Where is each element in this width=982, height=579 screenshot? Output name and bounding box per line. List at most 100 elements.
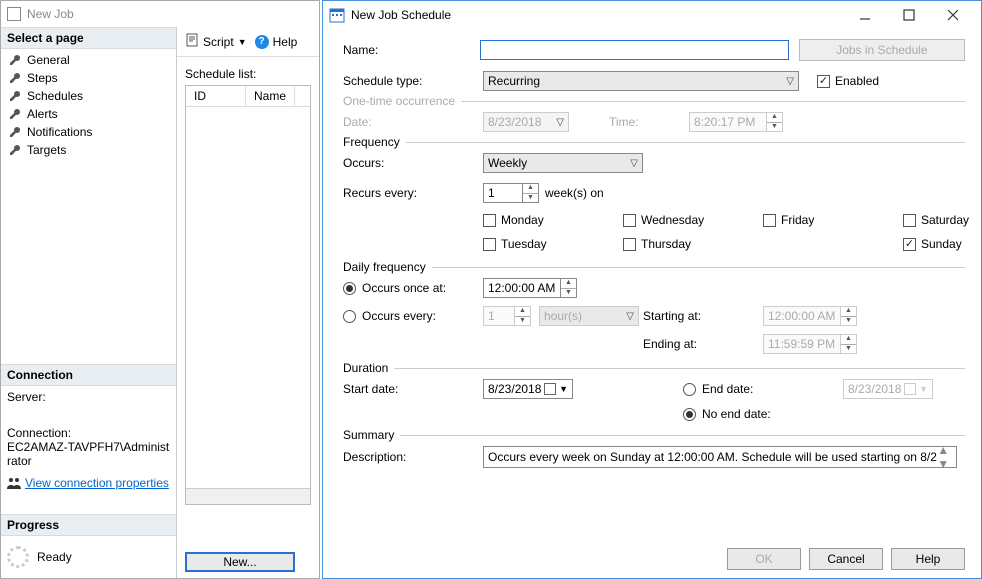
starting-at-time: ▲▼ bbox=[763, 306, 865, 326]
dialog-title: New Job Schedule bbox=[351, 8, 837, 22]
ok-button: OK bbox=[727, 548, 801, 570]
close-button[interactable] bbox=[931, 1, 975, 29]
checkbox-icon bbox=[623, 238, 636, 251]
one-time-group: One-time occurrence Date: 8/23/2018▽ Tim… bbox=[343, 101, 965, 132]
start-date-picker[interactable]: 8/23/2018 ▼ bbox=[483, 379, 573, 399]
vertical-scrollbar[interactable]: ▲▼ bbox=[937, 443, 952, 471]
connection-header: Connection bbox=[1, 364, 176, 386]
progress-spinner-icon bbox=[7, 546, 29, 568]
page-targets[interactable]: Targets bbox=[1, 141, 176, 159]
recurs-every-spinner[interactable]: ▲▼ bbox=[483, 183, 539, 203]
page-general[interactable]: General bbox=[1, 51, 176, 69]
duration-legend: Duration bbox=[343, 361, 394, 375]
recurs-unit: week(s) on bbox=[545, 186, 604, 200]
name-input[interactable] bbox=[480, 40, 789, 60]
new-job-schedule-dialog: New Job Schedule Name: Jobs in Schedule … bbox=[322, 0, 982, 579]
new-job-window: New Job Select a page General Steps Sche… bbox=[0, 0, 320, 579]
toolbar: Script ▼ ? Help bbox=[177, 27, 319, 57]
checkbox-icon bbox=[483, 238, 496, 251]
radio-icon bbox=[683, 383, 696, 396]
col-name[interactable]: Name bbox=[246, 86, 295, 106]
script-button[interactable]: Script ▼ bbox=[185, 33, 247, 50]
view-connection-properties-link[interactable]: View connection properties bbox=[1, 472, 176, 494]
day-saturday-checkbox[interactable]: Saturday bbox=[903, 213, 982, 227]
checkbox-icon bbox=[483, 214, 496, 227]
server-label: Server: bbox=[1, 386, 176, 404]
occurs-once-radio[interactable]: Occurs once at: bbox=[343, 281, 483, 295]
wrench-icon bbox=[9, 72, 21, 84]
occurs-combo[interactable]: Weekly▽ bbox=[483, 153, 643, 173]
select-page-header: Select a page bbox=[1, 27, 176, 49]
starting-at-label: Starting at: bbox=[643, 309, 763, 323]
spin-up-icon: ▲ bbox=[841, 335, 856, 345]
schedule-list-header: ID Name bbox=[186, 86, 310, 107]
connection-label: Connection: bbox=[1, 422, 176, 440]
help-button[interactable]: Help bbox=[891, 548, 965, 570]
checkbox-icon bbox=[903, 238, 916, 251]
wrench-icon bbox=[9, 54, 21, 66]
page-steps[interactable]: Steps bbox=[1, 69, 176, 87]
chevron-down-icon: ▽ bbox=[626, 311, 634, 322]
col-id[interactable]: ID bbox=[186, 86, 246, 106]
jobs-in-schedule-button: Jobs in Schedule bbox=[799, 39, 965, 61]
new-job-titlebar: New Job bbox=[1, 1, 319, 27]
daily-frequency-group: Daily frequency Occurs once at: ▲▼ Occur… bbox=[343, 267, 965, 354]
day-thursday-checkbox[interactable]: Thursday bbox=[623, 237, 763, 251]
day-wednesday-checkbox[interactable]: Wednesday bbox=[623, 213, 763, 227]
spin-up-icon[interactable]: ▲ bbox=[523, 184, 538, 194]
schedule-list-table: ID Name bbox=[185, 85, 311, 505]
ending-at-time: ▲▼ bbox=[763, 334, 865, 354]
end-date-picker: 8/23/2018 ▼ bbox=[843, 379, 933, 399]
end-date-radio[interactable]: End date: bbox=[683, 382, 843, 396]
frequency-group: Frequency Occurs: Weekly▽ Recurs every: … bbox=[343, 142, 965, 251]
name-label: Name: bbox=[343, 43, 480, 57]
start-date-label: Start date: bbox=[343, 382, 483, 396]
new-job-title: New Job bbox=[27, 7, 74, 21]
spin-up-icon[interactable]: ▲ bbox=[561, 279, 576, 289]
wrench-icon bbox=[9, 126, 21, 138]
new-schedule-button[interactable]: New... bbox=[185, 552, 295, 572]
progress-row: Ready bbox=[1, 536, 176, 578]
checkbox-icon bbox=[903, 214, 916, 227]
page-list: General Steps Schedules Alerts Notificat… bbox=[1, 49, 176, 167]
calendar-icon bbox=[544, 383, 556, 395]
chevron-down-icon: ▼ bbox=[559, 384, 568, 394]
dialog-titlebar: New Job Schedule bbox=[323, 1, 981, 29]
connection-area: Server: Connection: EC2AMAZ-TAVPFH7\Admi… bbox=[1, 386, 176, 494]
page-notifications[interactable]: Notifications bbox=[1, 123, 176, 141]
maximize-button[interactable] bbox=[887, 1, 931, 29]
day-friday-checkbox[interactable]: Friday bbox=[763, 213, 903, 227]
day-tuesday-checkbox[interactable]: Tuesday bbox=[483, 237, 623, 251]
radio-icon bbox=[343, 282, 356, 295]
schedule-icon bbox=[329, 7, 345, 23]
day-sunday-checkbox[interactable]: Sunday bbox=[903, 237, 982, 251]
no-end-date-radio[interactable]: No end date: bbox=[683, 407, 843, 421]
one-time-date-label: Date: bbox=[343, 115, 483, 129]
dialog-button-bar: OK Cancel Help bbox=[727, 548, 965, 570]
chevron-down-icon: ▽ bbox=[556, 117, 564, 128]
spin-down-icon[interactable]: ▼ bbox=[561, 289, 576, 298]
description-textbox[interactable]: Occurs every week on Sunday at 12:00:00 … bbox=[483, 446, 957, 468]
one-time-date-combo: 8/23/2018▽ bbox=[483, 112, 569, 132]
occurs-every-radio[interactable]: Occurs every: bbox=[343, 309, 483, 323]
page-alerts[interactable]: Alerts bbox=[1, 105, 176, 123]
script-icon bbox=[185, 33, 199, 50]
page-schedules[interactable]: Schedules bbox=[1, 87, 176, 105]
help-button[interactable]: ? Help bbox=[255, 35, 298, 49]
progress-header: Progress bbox=[1, 514, 176, 536]
occurs-once-time[interactable]: ▲▼ bbox=[483, 278, 643, 298]
radio-icon bbox=[343, 310, 356, 323]
wrench-icon bbox=[9, 90, 21, 102]
app-icon bbox=[7, 7, 21, 21]
ending-at-label: Ending at: bbox=[643, 337, 763, 351]
minimize-button[interactable] bbox=[843, 1, 887, 29]
enabled-checkbox[interactable]: Enabled bbox=[817, 74, 879, 88]
cancel-button[interactable]: Cancel bbox=[809, 548, 883, 570]
spin-down-icon[interactable]: ▼ bbox=[523, 194, 538, 203]
schedule-type-combo[interactable]: Recurring ▽ bbox=[483, 71, 799, 91]
day-monday-checkbox[interactable]: Monday bbox=[483, 213, 623, 227]
one-time-legend: One-time occurrence bbox=[343, 94, 461, 108]
horizontal-scrollbar[interactable] bbox=[186, 488, 310, 504]
left-sidebar: Select a page General Steps Schedules Al… bbox=[1, 27, 177, 578]
spin-down-icon: ▼ bbox=[515, 317, 530, 326]
